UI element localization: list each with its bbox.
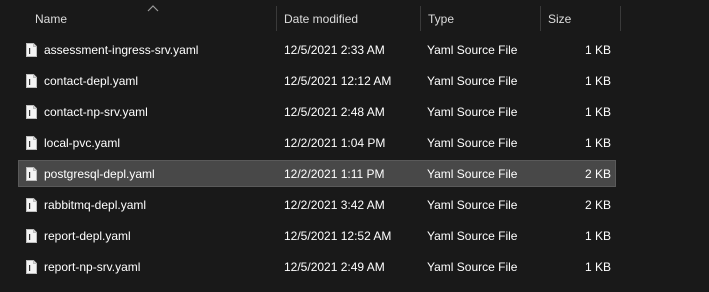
file-name: contact-np-srv.yaml [44, 105, 148, 119]
file-size: 1 KB [584, 74, 611, 88]
file-row[interactable]: report-depl.yaml 12/5/2021 12:52 AM Yaml S… [18, 222, 616, 249]
file-size: 2 KB [584, 198, 611, 212]
file-type: Yaml Source File [427, 105, 518, 119]
file-type: Yaml Source File [427, 43, 518, 57]
file-type: Yaml Source File [427, 74, 518, 88]
file-type: Yaml Source File [427, 167, 518, 181]
file-name: report-depl.yaml [44, 229, 131, 243]
file-size: 1 KB [584, 260, 611, 274]
file-date-modified: 12/5/2021 2:33 AM [284, 43, 385, 57]
column-header-bar: Name Date modified Type Size [0, 0, 709, 36]
column-header-date-modified[interactable]: Date modified [284, 0, 358, 36]
yaml-file-icon [26, 229, 37, 243]
yaml-file-icon [26, 167, 37, 181]
file-date-modified: 12/2/2021 3:42 AM [284, 198, 385, 212]
file-date-modified: 12/5/2021 12:12 AM [284, 74, 392, 88]
column-header-size[interactable]: Size [548, 0, 571, 36]
yaml-file-icon [26, 198, 37, 212]
file-size: 1 KB [584, 136, 611, 150]
yaml-file-icon [26, 136, 37, 150]
column-divider[interactable] [620, 6, 621, 31]
file-row[interactable]: assessment-ingress-srv.yaml 12/5/2021 2:3… [18, 36, 616, 63]
file-row[interactable]: contact-np-srv.yaml 12/5/2021 2:48 AM Yaml… [18, 98, 616, 125]
file-name: rabbitmq-depl.yaml [44, 198, 147, 212]
yaml-file-icon [26, 260, 37, 274]
file-row[interactable]: local-pvc.yaml 12/2/2021 1:04 PM Yaml Sour… [18, 129, 616, 156]
file-name: contact-depl.yaml [44, 74, 139, 88]
column-header-type[interactable]: Type [428, 0, 454, 36]
yaml-file-icon [26, 43, 37, 57]
file-type: Yaml Source File [427, 136, 518, 150]
file-type: Yaml Source File [427, 198, 518, 212]
column-divider[interactable] [276, 6, 277, 31]
file-size: 1 KB [584, 105, 611, 119]
sort-up-caret-icon [147, 5, 159, 12]
file-size: 2 KB [584, 167, 611, 181]
file-date-modified: 12/5/2021 2:49 AM [284, 260, 385, 274]
file-name: report-np-srv.yaml [44, 260, 141, 274]
file-size: 1 KB [584, 43, 611, 57]
yaml-file-icon [26, 74, 37, 88]
yaml-file-icon [26, 105, 37, 119]
file-type: Yaml Source File [427, 260, 518, 274]
column-header-name[interactable]: Name [35, 0, 67, 36]
file-name: postgresql-depl.yaml [44, 167, 155, 181]
file-row[interactable]: rabbitmq-depl.yaml 12/2/2021 3:42 AM Yaml … [18, 191, 616, 218]
file-date-modified: 12/2/2021 1:04 PM [284, 136, 386, 150]
file-row[interactable]: report-np-srv.yaml 12/5/2021 2:49 AM Yaml … [18, 253, 616, 280]
file-size: 1 KB [584, 229, 611, 243]
file-name: assessment-ingress-srv.yaml [44, 43, 199, 57]
file-name: local-pvc.yaml [44, 136, 121, 150]
file-date-modified: 12/5/2021 2:48 AM [284, 105, 385, 119]
file-row[interactable]: contact-depl.yaml 12/5/2021 12:12 AM Yaml … [18, 67, 616, 94]
column-divider[interactable] [420, 6, 421, 31]
file-row[interactable]: postgresql-depl.yaml 12/2/2021 1:11 PM Yam… [18, 160, 616, 187]
file-explorer-details-view: { "columns": { "name": "Name", "date_mod… [0, 0, 709, 292]
file-date-modified: 12/5/2021 12:52 AM [284, 229, 392, 243]
file-date-modified: 12/2/2021 1:11 PM [284, 167, 385, 181]
column-divider[interactable] [540, 6, 541, 31]
file-type: Yaml Source File [427, 229, 518, 243]
